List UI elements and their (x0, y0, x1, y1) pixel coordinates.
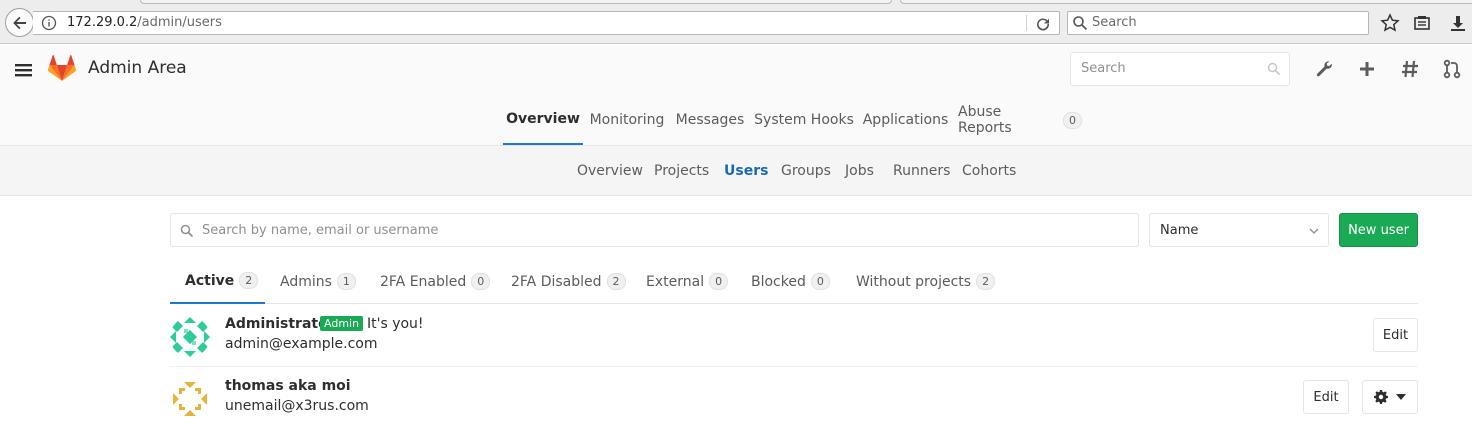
filter-tab-blocked[interactable]: Blocked 0 (751, 259, 830, 304)
bookmark-star-icon[interactable] (1380, 13, 1400, 33)
admin-wrench-icon[interactable] (1313, 58, 1335, 80)
count-badge: 0 (471, 273, 491, 290)
gitlab-header: Admin Area Search (0, 45, 1472, 95)
count-badge: 2 (606, 273, 626, 290)
search-icon (1267, 62, 1281, 76)
filter-tab-label: Blocked (751, 273, 806, 290)
admin-sub-nav: Overview Projects Users Groups Jobs Runn… (0, 146, 1472, 196)
sort-value: Name (1160, 223, 1199, 238)
avatar[interactable] (170, 317, 210, 357)
count-badge: 2 (239, 272, 259, 289)
admin-top-nav: Overview Monitoring Messages System Hook… (0, 95, 1472, 146)
reload-icon[interactable] (1034, 15, 1052, 33)
filter-tab-external[interactable]: External 0 (646, 259, 729, 304)
merge-request-icon[interactable] (1441, 58, 1463, 80)
filter-tab-label: External (646, 273, 705, 290)
filter-tab-admins[interactable]: Admins 1 (280, 259, 356, 304)
count-badge: 0 (709, 273, 729, 290)
count-badge: 2 (976, 273, 996, 290)
search-icon (180, 224, 194, 238)
tab-overview[interactable]: Overview (503, 95, 583, 145)
gitlab-search-input[interactable]: Search (1070, 52, 1290, 86)
info-icon[interactable] (41, 15, 57, 31)
subnav-groups[interactable]: Groups (781, 163, 831, 179)
filter-tab-label: 2FA Enabled (380, 273, 467, 290)
edit-button[interactable]: Edit (1303, 380, 1349, 414)
browser-toolbar: 172.29.0.2/admin/users Search (0, 0, 1472, 44)
subnav-overview[interactable]: Overview (577, 163, 643, 179)
gitlab-logo-icon[interactable] (46, 53, 78, 85)
tab-messages[interactable]: Messages (674, 95, 746, 145)
back-arrow-icon (12, 16, 26, 29)
avatar[interactable] (170, 379, 210, 419)
subnav-runners[interactable]: Runners (893, 163, 950, 179)
filter-tab-label: Active (185, 272, 235, 289)
url-text: 172.29.0.2/admin/users (67, 15, 222, 30)
subnav-jobs[interactable]: Jobs (845, 163, 874, 179)
count-badge: 0 (1063, 111, 1082, 129)
filter-tab-label: 2FA Disabled (511, 273, 602, 290)
browser-tab-strip (900, 0, 1472, 4)
tab-label: System Hooks (754, 112, 854, 128)
filter-tab-2fa-disabled[interactable]: 2FA Disabled 2 (511, 259, 626, 304)
url-separator (1026, 15, 1027, 31)
admin-badge: Admin (320, 316, 364, 331)
page-title[interactable]: Admin Area (88, 58, 187, 78)
filter-tab-without-projects[interactable]: Without projects 2 (856, 259, 996, 304)
count-badge: 0 (810, 273, 830, 290)
user-email[interactable]: unemail@x3rus.com (225, 398, 369, 414)
download-icon[interactable] (1448, 13, 1468, 33)
tab-label: Applications (862, 112, 949, 128)
browser-search-placeholder: Search (1092, 15, 1137, 30)
table-row: Administrator Admin It's you! admin@exam… (170, 305, 1418, 367)
caret-down-icon (1396, 394, 1406, 400)
url-host: 172.29.0.2 (67, 15, 138, 30)
chevron-down-icon (1309, 228, 1319, 234)
search-icon (1073, 16, 1088, 31)
hamburger-menu-icon[interactable] (15, 62, 33, 78)
current-user-note: It's you! (367, 316, 424, 332)
user-actions-dropdown[interactable] (1362, 380, 1418, 414)
tab-applications[interactable]: Applications (862, 95, 949, 145)
filter-tab-label: Without projects (856, 273, 972, 290)
tab-system-hooks[interactable]: System Hooks (754, 95, 854, 145)
tab-monitoring[interactable]: Monitoring (587, 95, 667, 145)
url-path: /admin/users (137, 15, 222, 30)
reader-list-icon[interactable] (1412, 13, 1432, 33)
gear-icon (1374, 390, 1388, 404)
subnav-users[interactable]: Users (724, 163, 768, 179)
table-row: thomas aka moi unemail@x3rus.com Edit (170, 367, 1418, 429)
tab-label: Messages (675, 112, 745, 128)
user-search-input[interactable]: Search by name, email or username (170, 213, 1139, 247)
tab-label: Overview (506, 111, 580, 127)
sort-dropdown[interactable]: Name (1149, 213, 1329, 247)
filter-tab-active[interactable]: Active 2 (170, 259, 265, 304)
browser-search-bar[interactable]: Search (1067, 11, 1369, 35)
filter-tab-label: Admins (280, 273, 332, 290)
user-search-placeholder: Search by name, email or username (202, 223, 439, 238)
issues-hash-icon[interactable] (1399, 58, 1421, 80)
filter-tab-2fa-enabled[interactable]: 2FA Enabled 0 (380, 259, 491, 304)
edit-button[interactable]: Edit (1373, 318, 1418, 352)
gitlab-search-placeholder: Search (1081, 61, 1126, 76)
tab-abuse-reports[interactable]: Abuse Reports 0 (958, 95, 1082, 145)
subnav-projects[interactable]: Projects (654, 163, 709, 179)
user-filter-tabs: Active 2 Admins 1 2FA Enabled 0 2FA Disable… (170, 259, 1418, 304)
user-name[interactable]: thomas aka moi (225, 378, 351, 394)
subnav-cohorts[interactable]: Cohorts (962, 163, 1016, 179)
back-button[interactable] (5, 8, 34, 37)
tab-label: Monitoring (589, 112, 665, 128)
user-name[interactable]: Administrator (225, 316, 335, 332)
plus-icon[interactable] (1356, 58, 1378, 80)
url-bar[interactable]: 172.29.0.2/admin/users (33, 11, 1060, 35)
browser-tab[interactable] (140, 0, 892, 4)
new-user-button[interactable]: New user (1339, 213, 1418, 247)
count-badge: 1 (336, 273, 356, 290)
tab-label: Abuse Reports (958, 104, 1012, 136)
user-email[interactable]: admin@example.com (225, 336, 377, 352)
